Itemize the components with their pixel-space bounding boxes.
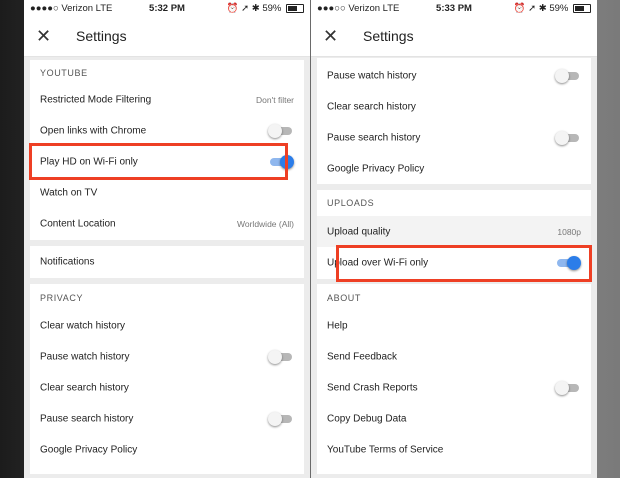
status-bar: ●●●●○ Verizon LTE 5:32 PM ⏰ ➚ ✱ 59% xyxy=(24,0,310,18)
phone-screen-right: ●●●○○ Verizon LTE 5:33 PM ⏰ ➚ ✱ 59% ✕ Se… xyxy=(311,0,597,478)
about-section: ABOUT Help Send Feedback Send Crash Repo… xyxy=(317,284,591,474)
privacy-section: Pause watch history Clear search history… xyxy=(317,58,591,184)
setting-label: Watch on TV xyxy=(40,187,98,198)
highlight-box xyxy=(336,245,592,282)
setting-pause-search-history[interactable]: Pause search history xyxy=(317,122,591,153)
setting-label: Google Privacy Policy xyxy=(40,444,138,455)
setting-label: Google Privacy Policy xyxy=(327,163,425,174)
setting-label: Restricted Mode Filtering xyxy=(40,94,152,105)
battery-icon xyxy=(286,3,304,13)
setting-label: Upload quality xyxy=(327,226,391,237)
setting-pause-watch-history[interactable]: Pause watch history xyxy=(317,60,591,91)
setting-label: Clear search history xyxy=(40,382,129,393)
toggle-switch-off[interactable] xyxy=(268,349,294,364)
close-icon[interactable]: ✕ xyxy=(323,26,338,47)
battery-percent: 59% xyxy=(549,3,569,14)
setting-copy-debug-data[interactable]: Copy Debug Data xyxy=(317,403,591,434)
setting-value: 1080p xyxy=(557,226,581,237)
setting-send-feedback[interactable]: Send Feedback xyxy=(317,341,591,372)
phone-screen-left: ●●●●○ Verizon LTE 5:32 PM ⏰ ➚ ✱ 59% ✕ Se… xyxy=(24,0,310,478)
setting-pause-watch-history[interactable]: Pause watch history xyxy=(30,341,304,372)
setting-label: Pause search history xyxy=(327,132,421,143)
page-title: Settings xyxy=(363,28,414,44)
notifications-section: Notifications xyxy=(30,246,304,278)
setting-label: Send Crash Reports xyxy=(327,382,418,393)
section-header-about: ABOUT xyxy=(327,293,362,303)
setting-label: Notifications xyxy=(40,256,95,267)
setting-content-location[interactable]: Content Location Worldwide (All) xyxy=(30,208,304,239)
highlight-box xyxy=(29,143,288,180)
setting-watch-on-tv[interactable]: Watch on TV xyxy=(30,177,304,208)
toggle-switch-off[interactable] xyxy=(555,380,581,395)
setting-label: Pause watch history xyxy=(327,70,417,81)
status-icons: ⏰ ➚ ✱ 59% xyxy=(227,3,304,14)
setting-pause-search-history[interactable]: Pause search history xyxy=(30,403,304,434)
setting-terms-of-service[interactable]: YouTube Terms of Service xyxy=(317,434,591,465)
setting-label: Pause search history xyxy=(40,413,134,424)
setting-label: Send Feedback xyxy=(327,351,398,362)
setting-help[interactable]: Help xyxy=(317,310,591,341)
setting-label: Content Location xyxy=(40,218,116,229)
setting-label: YouTube Terms of Service xyxy=(327,444,444,455)
setting-notifications[interactable]: Notifications xyxy=(30,246,304,277)
setting-clear-watch-history[interactable]: Clear watch history xyxy=(30,310,304,341)
status-icons: ⏰ ➚ ✱ 59% xyxy=(514,3,591,14)
toggle-switch-off[interactable] xyxy=(555,130,581,145)
setting-value: Worldwide (All) xyxy=(237,218,294,229)
status-bar: ●●●○○ Verizon LTE 5:33 PM ⏰ ➚ ✱ 59% xyxy=(311,0,597,18)
toggle-switch-off[interactable] xyxy=(268,411,294,426)
close-icon[interactable]: ✕ xyxy=(36,26,51,47)
status-indicator-icons: ⏰ ➚ ✱ xyxy=(513,3,547,14)
page-title: Settings xyxy=(76,28,127,44)
setting-privacy-policy[interactable]: Google Privacy Policy xyxy=(317,153,591,184)
setting-label: Copy Debug Data xyxy=(327,413,407,424)
toolbar: ✕ Settings xyxy=(311,18,597,57)
section-header-uploads: UPLOADS xyxy=(327,198,375,208)
setting-privacy-policy[interactable]: Google Privacy Policy xyxy=(30,434,304,465)
setting-clear-search-history[interactable]: Clear search history xyxy=(317,91,591,122)
setting-label: Open links with Chrome xyxy=(40,125,147,136)
battery-percent: 59% xyxy=(262,3,282,14)
status-indicator-icons: ⏰ ➚ ✱ xyxy=(226,3,260,14)
setting-label: Clear search history xyxy=(327,101,416,112)
setting-label: Help xyxy=(327,320,348,331)
setting-label: Pause watch history xyxy=(40,351,130,362)
toolbar: ✕ Settings xyxy=(24,18,310,57)
privacy-section: PRIVACY Clear watch history Pause watch … xyxy=(30,284,304,474)
toggle-switch-off[interactable] xyxy=(555,68,581,83)
battery-icon xyxy=(573,3,591,13)
setting-restricted-mode[interactable]: Restricted Mode Filtering Don't filter xyxy=(30,84,304,115)
setting-send-crash-reports[interactable]: Send Crash Reports xyxy=(317,372,591,403)
setting-upload-quality[interactable]: Upload quality 1080p xyxy=(317,216,591,247)
setting-value: Don't filter xyxy=(256,94,294,105)
setting-clear-search-history[interactable]: Clear search history xyxy=(30,372,304,403)
setting-label: Clear watch history xyxy=(40,320,126,331)
section-header-youtube: YOUTUBE xyxy=(40,68,88,78)
section-header-privacy: PRIVACY xyxy=(40,293,84,303)
toggle-switch-off[interactable] xyxy=(268,123,294,138)
setting-open-links-chrome[interactable]: Open links with Chrome xyxy=(30,115,304,146)
